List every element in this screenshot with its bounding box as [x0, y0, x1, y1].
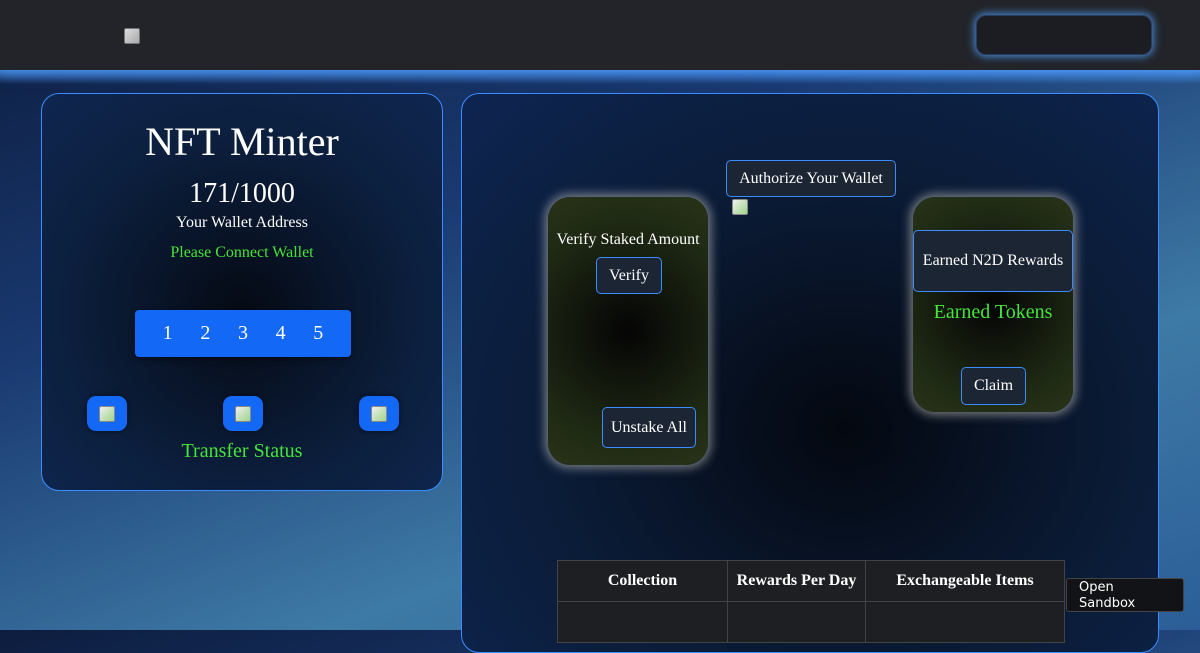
mint-action-button-1[interactable]	[87, 396, 127, 431]
verify-staked-heading: Verify Staked Amount	[556, 231, 700, 248]
mint-count: 171/1000	[189, 178, 295, 209]
table-cell	[557, 601, 728, 643]
claim-button[interactable]: Claim	[961, 367, 1026, 405]
quantity-option-4[interactable]: 4	[276, 322, 286, 345]
earned-tokens-text: Earned Tokens	[933, 301, 1053, 323]
wallet-address-label: Your Wallet Address	[176, 214, 308, 231]
wallet-status-text: Please Connect Wallet	[170, 244, 314, 261]
authorize-image-icon	[732, 199, 748, 215]
rewards-table: Collection Rewards Per Day Exchangeable …	[557, 560, 1065, 643]
table-cell	[865, 601, 1065, 643]
quantity-option-3[interactable]: 3	[238, 322, 248, 345]
column-header-rewards-per-day: Rewards Per Day	[727, 560, 866, 602]
unstake-all-button[interactable]: Unstake All	[602, 407, 696, 448]
quantity-option-5[interactable]: 5	[313, 322, 323, 345]
column-header-collection: Collection	[557, 560, 728, 602]
verify-stake-card: Verify Staked Amount Verify Unstake All	[548, 197, 708, 465]
open-sandbox-button[interactable]: Open Sandbox	[1066, 578, 1184, 612]
table-cell	[727, 601, 866, 643]
earned-rewards-button[interactable]: Earned N2D Rewards	[913, 230, 1073, 292]
rewards-card: Earned N2D Rewards Earned Tokens Claim	[913, 197, 1073, 412]
mint-action-button-2[interactable]	[223, 396, 263, 431]
image-icon	[99, 406, 115, 422]
minter-panel: NFT Minter 171/1000 Your Wallet Address …	[41, 93, 443, 491]
quantity-option-2[interactable]: 2	[200, 322, 210, 345]
staking-panel: Authorize Your Wallet Verify Staked Amou…	[461, 93, 1159, 653]
image-icon	[235, 406, 251, 422]
quantity-option-1[interactable]: 1	[163, 322, 173, 345]
authorize-wallet-button[interactable]: Authorize Your Wallet	[726, 160, 896, 197]
logo-image-icon[interactable]	[124, 28, 140, 44]
connect-wallet-button[interactable]	[976, 15, 1152, 55]
verify-button[interactable]: Verify	[596, 257, 662, 294]
page-title: NFT Minter	[145, 119, 339, 164]
table-header-row: Collection Rewards Per Day Exchangeable …	[557, 560, 1065, 602]
column-header-exchangeable-items: Exchangeable Items	[865, 560, 1065, 602]
table-row	[557, 601, 1065, 643]
top-glow-divider	[0, 70, 1200, 84]
mint-action-button-3[interactable]	[359, 396, 399, 431]
top-bar	[0, 0, 1200, 70]
image-icon	[371, 406, 387, 422]
transfer-status-text: Transfer Status	[181, 440, 303, 462]
quantity-selector: 1 2 3 4 5	[135, 310, 351, 357]
